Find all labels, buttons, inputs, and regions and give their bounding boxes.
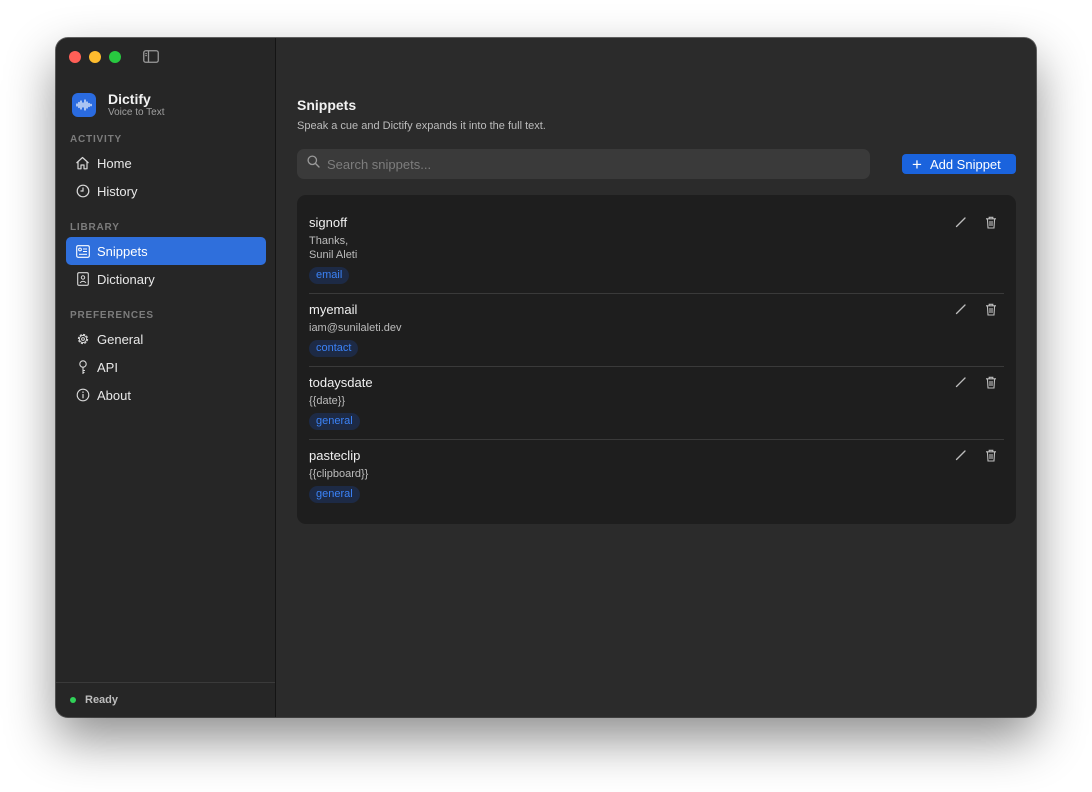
window-controls (69, 51, 121, 63)
snippet-text: iam@sunilaleti.dev (309, 322, 402, 334)
snippet-name: myemail (309, 302, 358, 317)
snippet-actions (954, 302, 998, 316)
close-window-button[interactable] (69, 51, 81, 63)
snippet-name: todaysdate (309, 375, 373, 390)
trash-icon[interactable] (984, 215, 998, 229)
page-subtitle: Speak a cue and Dictify expands it into … (297, 120, 546, 132)
minimize-window-button[interactable] (89, 51, 101, 63)
snippet-row[interactable]: todaysdate {{date}} general (309, 375, 1004, 430)
status-bar: Ready (56, 682, 275, 717)
add-snippet-button[interactable]: + Add Snippet (902, 154, 1016, 174)
snippet-text: {{clipboard}} (309, 468, 369, 480)
gear-icon (75, 332, 90, 347)
snippet-tag: general (309, 413, 360, 430)
sidebar-item-home[interactable]: Home (66, 149, 266, 177)
add-snippet-label: Add Snippet (929, 156, 1001, 172)
waveform-icon (72, 93, 96, 117)
app-tagline: Voice to Text (108, 107, 165, 118)
snippet-text: Thanks, Sunil Aleti (309, 235, 358, 261)
trash-icon[interactable] (984, 448, 998, 462)
snippet-actions (954, 375, 998, 389)
pencil-icon[interactable] (954, 302, 968, 316)
search-icon (307, 155, 320, 173)
app-window: Dictify Voice to Text ACTIVITY Home Hist… (56, 38, 1036, 717)
snippet-actions (954, 215, 998, 229)
sidebar-item-general[interactable]: General (66, 325, 266, 353)
trash-icon[interactable] (984, 302, 998, 316)
search-field[interactable] (297, 149, 870, 179)
sidebar-item-snippets[interactable]: Snippets (66, 237, 266, 265)
sidebar-item-label: History (97, 183, 138, 199)
status-indicator (70, 697, 76, 703)
snippet-tag: email (309, 267, 350, 284)
row-divider (309, 439, 1004, 440)
snippet-tag: contact (309, 340, 359, 357)
sidebar-item-label: Home (97, 155, 132, 171)
sidebar-item-label: Snippets (97, 243, 148, 259)
status-text: Ready (85, 694, 119, 706)
search-input[interactable] (327, 156, 847, 172)
sidebar-item-dictionary[interactable]: Dictionary (66, 265, 266, 293)
row-divider (309, 293, 1004, 294)
snippet-actions (954, 448, 998, 462)
sidebar: Dictify Voice to Text ACTIVITY Home Hist… (56, 38, 276, 717)
clock-icon (75, 184, 90, 199)
key-icon (75, 359, 90, 375)
snippet-name: pasteclip (309, 448, 361, 463)
snippet-row[interactable]: myemail iam@sunilaleti.dev contact (309, 302, 1004, 357)
section-label-library: LIBRARY (70, 222, 120, 233)
sidebar-item-api[interactable]: API (66, 353, 266, 381)
page-title: Snippets (297, 97, 357, 113)
section-label-preferences: PREFERENCES (70, 310, 154, 321)
sidebar-item-label: About (97, 387, 131, 403)
sidebar-item-history[interactable]: History (66, 177, 266, 205)
snippet-row[interactable]: pasteclip {{clipboard}} general (309, 448, 1004, 503)
sidebar-toggle-icon[interactable] (143, 50, 159, 63)
snippet-text: {{date}} (309, 395, 346, 407)
snippets-icon (75, 244, 90, 259)
sidebar-item-label: Dictionary (97, 271, 155, 287)
row-divider (309, 366, 1004, 367)
app-brand: Dictify Voice to Text (72, 91, 165, 119)
info-icon (75, 388, 90, 403)
sidebar-item-label: General (97, 331, 144, 347)
pencil-icon[interactable] (954, 215, 968, 229)
section-label-activity: ACTIVITY (70, 134, 122, 145)
book-icon (75, 272, 90, 287)
house-icon (75, 156, 90, 171)
snippet-tag: general (309, 486, 360, 503)
app-name: Dictify (108, 91, 151, 107)
pencil-icon[interactable] (954, 448, 968, 462)
trash-icon[interactable] (984, 375, 998, 389)
sidebar-item-about[interactable]: About (66, 381, 266, 409)
snippet-list: signoff Thanks, Sunil Aleti email myemai… (297, 195, 1016, 524)
zoom-window-button[interactable] (109, 51, 121, 63)
snippet-row[interactable]: signoff Thanks, Sunil Aleti email (309, 215, 1004, 284)
sidebar-item-label: API (97, 359, 118, 375)
pencil-icon[interactable] (954, 375, 968, 389)
snippet-name: signoff (309, 215, 348, 230)
main-content: Snippets Speak a cue and Dictify expands… (276, 38, 1036, 717)
plus-icon: + (912, 154, 922, 174)
